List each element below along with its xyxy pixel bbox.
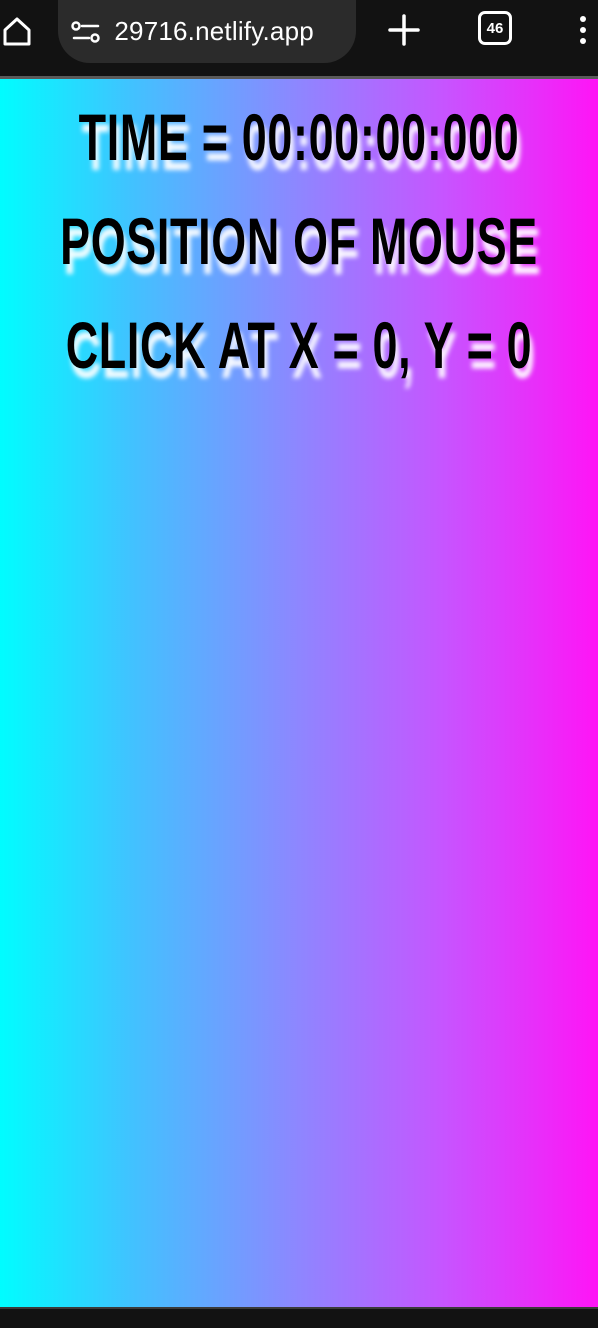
site-settings-icon[interactable]: [70, 18, 102, 46]
home-button[interactable]: [0, 12, 34, 50]
browser-toolbar: 29716.netlify.app 46: [0, 0, 598, 76]
system-navigation-bar: [0, 1307, 598, 1328]
mouse-position-label: POSITION OF MOUSE: [60, 204, 538, 278]
new-tab-button[interactable]: [384, 10, 424, 50]
page-content[interactable]: TIME = 00:00:00:000 POSITION OF MOUSE CL…: [0, 79, 598, 1307]
more-menu-button[interactable]: [568, 10, 598, 50]
plus-icon: [388, 14, 420, 46]
timer-text: TIME = 00:00:00:000: [78, 100, 520, 174]
address-bar[interactable]: 29716.netlify.app: [58, 0, 356, 63]
tab-count-label: 46: [486, 19, 504, 37]
divider: [0, 1307, 598, 1309]
more-vert-icon-dot: [580, 38, 586, 44]
mouse-click-coordinates: CLICK AT X = 0, Y = 0: [65, 308, 533, 382]
info-heading: TIME = 00:00:00:000 POSITION OF MOUSE CL…: [0, 79, 598, 397]
more-vert-icon: [580, 16, 586, 22]
home-icon: [3, 17, 31, 46]
url-text: 29716.netlify.app: [112, 16, 314, 46]
more-vert-icon-dot: [580, 27, 586, 33]
tab-switcher-button[interactable]: 46: [478, 11, 512, 45]
